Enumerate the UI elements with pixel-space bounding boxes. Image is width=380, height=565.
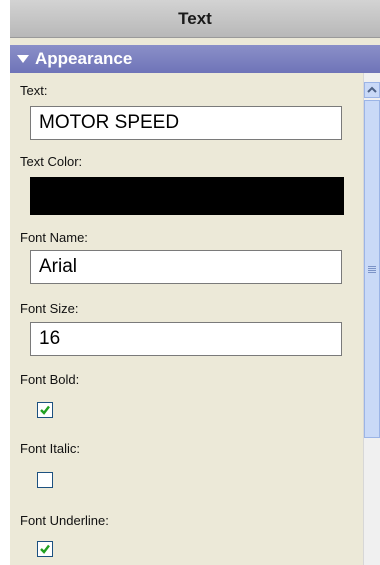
- font-bold-checkbox[interactable]: [37, 402, 53, 418]
- vertical-scrollbar[interactable]: [363, 73, 380, 565]
- font-size-input[interactable]: 16: [30, 322, 342, 356]
- font-italic-checkbox[interactable]: [37, 472, 53, 488]
- scroll-thumb[interactable]: [364, 100, 380, 438]
- properties-panel: Text Appearance Text: MOTOR SPEED Text C…: [10, 0, 380, 565]
- check-icon: [40, 405, 50, 415]
- check-icon: [40, 544, 50, 554]
- panel-title: Text: [10, 0, 380, 38]
- chevron-up-icon: [367, 86, 377, 93]
- text-label: Text:: [20, 83, 48, 98]
- font-bold-label: Font Bold:: [20, 372, 80, 387]
- text-input[interactable]: MOTOR SPEED: [30, 106, 342, 140]
- font-italic-label: Font Italic:: [20, 441, 80, 456]
- font-name-label: Font Name:: [20, 230, 88, 245]
- font-size-label: Font Size:: [20, 301, 79, 316]
- appearance-section-header[interactable]: Appearance: [10, 45, 380, 73]
- scroll-up-button[interactable]: [364, 82, 380, 98]
- expand-triangle-icon: [17, 55, 29, 63]
- text-color-label: Text Color:: [20, 154, 83, 169]
- font-underline-checkbox[interactable]: [37, 541, 53, 557]
- font-underline-label: Font Underline:: [20, 513, 109, 528]
- text-color-swatch[interactable]: [30, 177, 344, 215]
- section-title: Appearance: [35, 49, 133, 68]
- appearance-section-content: Text: MOTOR SPEED Text Color: Font Name:…: [10, 73, 363, 565]
- font-name-input[interactable]: Arial: [30, 250, 342, 284]
- scroll-grip-icon: [368, 265, 376, 274]
